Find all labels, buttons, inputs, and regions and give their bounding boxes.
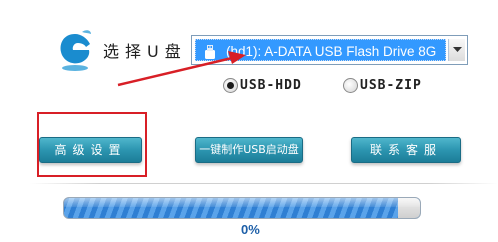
progress-bar (63, 197, 421, 219)
progress-percent: 0% (241, 222, 260, 237)
progress-gloss (64, 198, 420, 207)
divider (30, 183, 498, 184)
